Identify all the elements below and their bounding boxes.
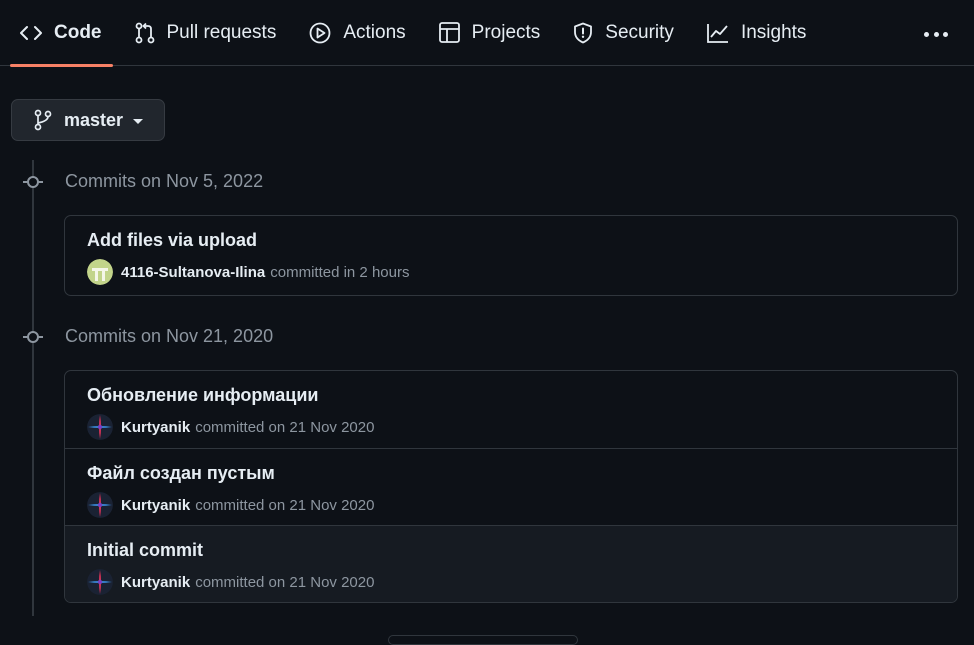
commit-group-title: Commits on Nov 21, 2020: [65, 326, 274, 346]
commit-row: Add files via upload 4116-Sultanova-Ilin…: [65, 216, 957, 295]
commit-node-icon: [23, 331, 43, 343]
repo-nav: Code Pull requests Actions Projects Secu…: [0, 0, 974, 67]
commit-time: committed on 21 Nov 2020: [195, 496, 375, 514]
tab-code-label: Code: [54, 21, 102, 43]
branch-name: master: [64, 109, 124, 130]
commit-meta: Kurtyanik committed on 21 Nov 2020: [87, 492, 957, 518]
tab-projects[interactable]: Projects: [438, 0, 541, 66]
table-icon: [438, 22, 460, 43]
git-branch-icon: [34, 109, 52, 131]
tab-security-label: Security: [605, 21, 674, 43]
commit-author-link[interactable]: Kurtyanik: [121, 497, 190, 514]
tab-insights[interactable]: Insights: [707, 0, 806, 66]
avatar[interactable]: [87, 569, 113, 595]
avatar[interactable]: [87, 492, 113, 518]
git-pull-request-icon: [135, 22, 154, 43]
graph-icon: [707, 23, 728, 43]
commit-time: committed on 21 Nov 2020: [195, 418, 375, 436]
commit-time: committed in 2 hours: [270, 263, 410, 281]
tab-actions-label: Actions: [343, 21, 406, 43]
kebab-horizontal-icon[interactable]: [924, 24, 948, 44]
timeline-line: [32, 160, 34, 616]
commit-list: Add files via upload 4116-Sultanova-Ilin…: [64, 215, 958, 296]
commit-row: Файл создан пустым Kurtyanik committed o…: [65, 448, 957, 525]
commit-node-icon: [23, 176, 43, 188]
commit-author-link[interactable]: Kurtyanik: [121, 574, 190, 591]
commit-row: Initial commit Kurtyanik committed on 21…: [65, 525, 957, 602]
commit-author-link[interactable]: Kurtyanik: [121, 419, 190, 436]
dot: [943, 31, 948, 37]
tab-insights-label: Insights: [740, 21, 807, 43]
commit-message[interactable]: Файл создан пустым: [87, 463, 275, 484]
tab-code[interactable]: Code: [10, 0, 112, 67]
tab-projects-label: Projects: [471, 21, 541, 43]
commit-row: Обновление информации Kurtyanik committe…: [65, 371, 957, 448]
commit-list: Обновление информации Kurtyanik committe…: [64, 370, 958, 603]
commit-author-link[interactable]: 4116-Sultanova-Ilina: [121, 264, 265, 281]
code-icon: [20, 25, 42, 40]
dot: [924, 31, 929, 37]
caret-down-icon: [133, 118, 144, 124]
commit-message[interactable]: Initial commit: [87, 540, 203, 561]
commit-meta: Kurtyanik committed on 21 Nov 2020: [87, 569, 957, 595]
commit-message[interactable]: Add files via upload: [87, 230, 257, 251]
dot: [933, 31, 939, 37]
tab-actions[interactable]: Actions: [309, 0, 406, 66]
commit-meta: 4116-Sultanova-Ilina committed in 2 hour…: [87, 259, 957, 285]
tab-security[interactable]: Security: [573, 0, 674, 66]
commit-meta: Kurtyanik committed on 21 Nov 2020: [87, 414, 957, 440]
tab-pull-requests-label: Pull requests: [166, 21, 277, 43]
avatar[interactable]: [87, 259, 113, 285]
branch-select-button[interactable]: master: [11, 99, 165, 141]
commit-message[interactable]: Обновление информации: [87, 385, 318, 406]
play-icon: [309, 22, 331, 43]
pagination[interactable]: [388, 635, 578, 645]
shield-icon: [574, 22, 593, 43]
avatar[interactable]: [87, 414, 113, 440]
commit-time: committed on 21 Nov 2020: [195, 573, 375, 591]
commit-group-title: Commits on Nov 5, 2022: [65, 171, 264, 191]
tab-pull-requests[interactable]: Pull requests: [135, 0, 277, 66]
